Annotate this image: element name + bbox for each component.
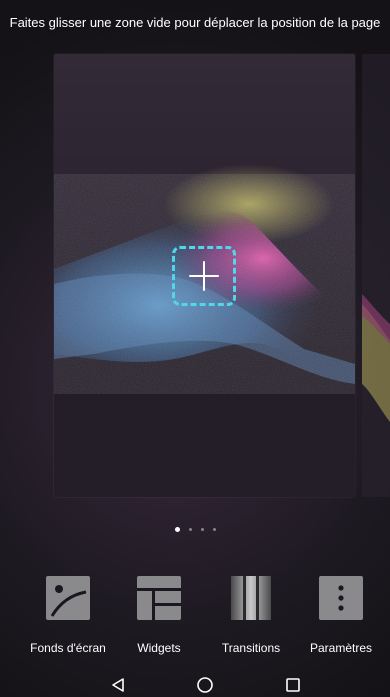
page-dot[interactable]: [200, 528, 204, 531]
recents-square-icon: [286, 677, 300, 692]
widgets-icon: [137, 576, 181, 620]
home-screen-editor: Faites glisser une zone vide pour déplac…: [0, 0, 390, 697]
next-page-preview[interactable]: [362, 54, 390, 497]
drag-hint-text: Faites glisser une zone vide pour déplac…: [9, 15, 381, 30]
widgets-button[interactable]: Widgets: [113, 572, 205, 655]
settings-button[interactable]: Paramètres: [295, 572, 387, 655]
page-dot-active[interactable]: [174, 527, 180, 532]
transitions-label: Transitions: [221, 641, 281, 655]
wallpaper-icon: [46, 576, 90, 620]
wallpaper-button[interactable]: Fonds d'écran: [22, 572, 114, 655]
edit-menu: Fonds d'écran Widgets Transitions Paramè…: [0, 572, 390, 662]
transitions-button[interactable]: Transitions: [205, 572, 297, 655]
settings-label: Paramètres: [309, 641, 373, 655]
plus-icon: [189, 261, 219, 291]
wallpaper-label: Fonds d'écran: [30, 641, 106, 655]
next-wallpaper-image: [362, 54, 390, 497]
page-dot[interactable]: [188, 528, 192, 531]
transitions-icon: [229, 576, 273, 620]
back-triangle-icon: [112, 677, 124, 692]
home-circle-icon: [197, 676, 213, 693]
navigation-bar: [0, 672, 390, 697]
recents-button[interactable]: [273, 672, 313, 697]
page-dot[interactable]: [212, 528, 216, 531]
back-button[interactable]: [98, 672, 138, 697]
settings-icon: [319, 576, 363, 620]
widgets-label: Widgets: [137, 641, 181, 655]
add-page-button[interactable]: [172, 246, 236, 306]
home-button[interactable]: [185, 672, 225, 697]
page-indicator: [0, 527, 390, 532]
